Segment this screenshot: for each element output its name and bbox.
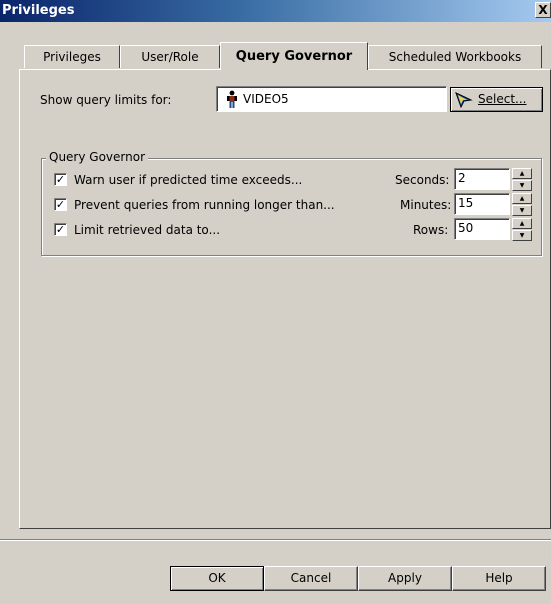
select-button-label: Select... [478,92,527,106]
spin-down-icon[interactable]: ▼ [512,180,532,191]
group-title: Query Governor [46,150,149,164]
close-icon: X [538,3,548,17]
tab-panel [19,69,551,529]
limit-label: Limit retrieved data to... [74,223,221,237]
ok-button[interactable]: OK [170,566,264,591]
minutes-input[interactable]: 15 [454,193,510,215]
select-button[interactable]: Select... [450,87,543,112]
seconds-input[interactable]: 2 [454,168,510,190]
tab-user-role[interactable]: User/Role [120,45,220,68]
spin-up-icon[interactable]: ▲ [512,218,532,229]
prevent-checkbox[interactable]: ✓ [54,198,67,211]
rows-spinner[interactable]: ▲ ▼ [512,218,532,241]
tab-privileges[interactable]: Privileges [24,45,120,68]
help-button[interactable]: Help [452,566,546,591]
seconds-spinner[interactable]: ▲ ▼ [512,168,532,191]
tab-label: Query Governor [235,49,353,64]
seconds-unit-label: Seconds: [395,173,450,187]
pointer-arrow-icon [455,92,473,111]
tab-scheduled-workbooks[interactable]: Scheduled Workbooks [368,45,542,68]
show-limits-label: Show query limits for: [40,93,172,107]
tab-label: User/Role [141,50,199,64]
rows-unit-label: Rows: [413,223,449,237]
tab-query-governor[interactable]: Query Governor [220,42,368,70]
user-value: VIDEO5 [243,92,289,106]
tab-label: Scheduled Workbooks [388,50,522,64]
prevent-label: Prevent queries from running longer than… [74,198,335,212]
person-icon [226,90,238,111]
spin-up-icon[interactable]: ▲ [512,168,532,179]
tab-label: Privileges [43,50,101,64]
warn-label: Warn user if predicted time exceeds... [74,173,303,187]
spin-up-icon[interactable]: ▲ [512,193,532,204]
user-field[interactable]: VIDEO5 [216,86,447,112]
spin-down-icon[interactable]: ▼ [512,230,532,241]
warn-checkbox[interactable]: ✓ [54,173,67,186]
limit-checkbox[interactable]: ✓ [54,223,67,236]
title-bar: Privileges X [0,0,551,22]
window-title: Privileges [2,3,75,18]
separator [0,539,551,541]
cancel-button[interactable]: Cancel [264,566,358,591]
apply-button[interactable]: Apply [358,566,452,591]
close-button[interactable]: X [535,2,551,18]
rows-input[interactable]: 50 [454,218,510,240]
spin-down-icon[interactable]: ▼ [512,205,532,216]
minutes-unit-label: Minutes: [400,198,452,212]
minutes-spinner[interactable]: ▲ ▼ [512,193,532,216]
